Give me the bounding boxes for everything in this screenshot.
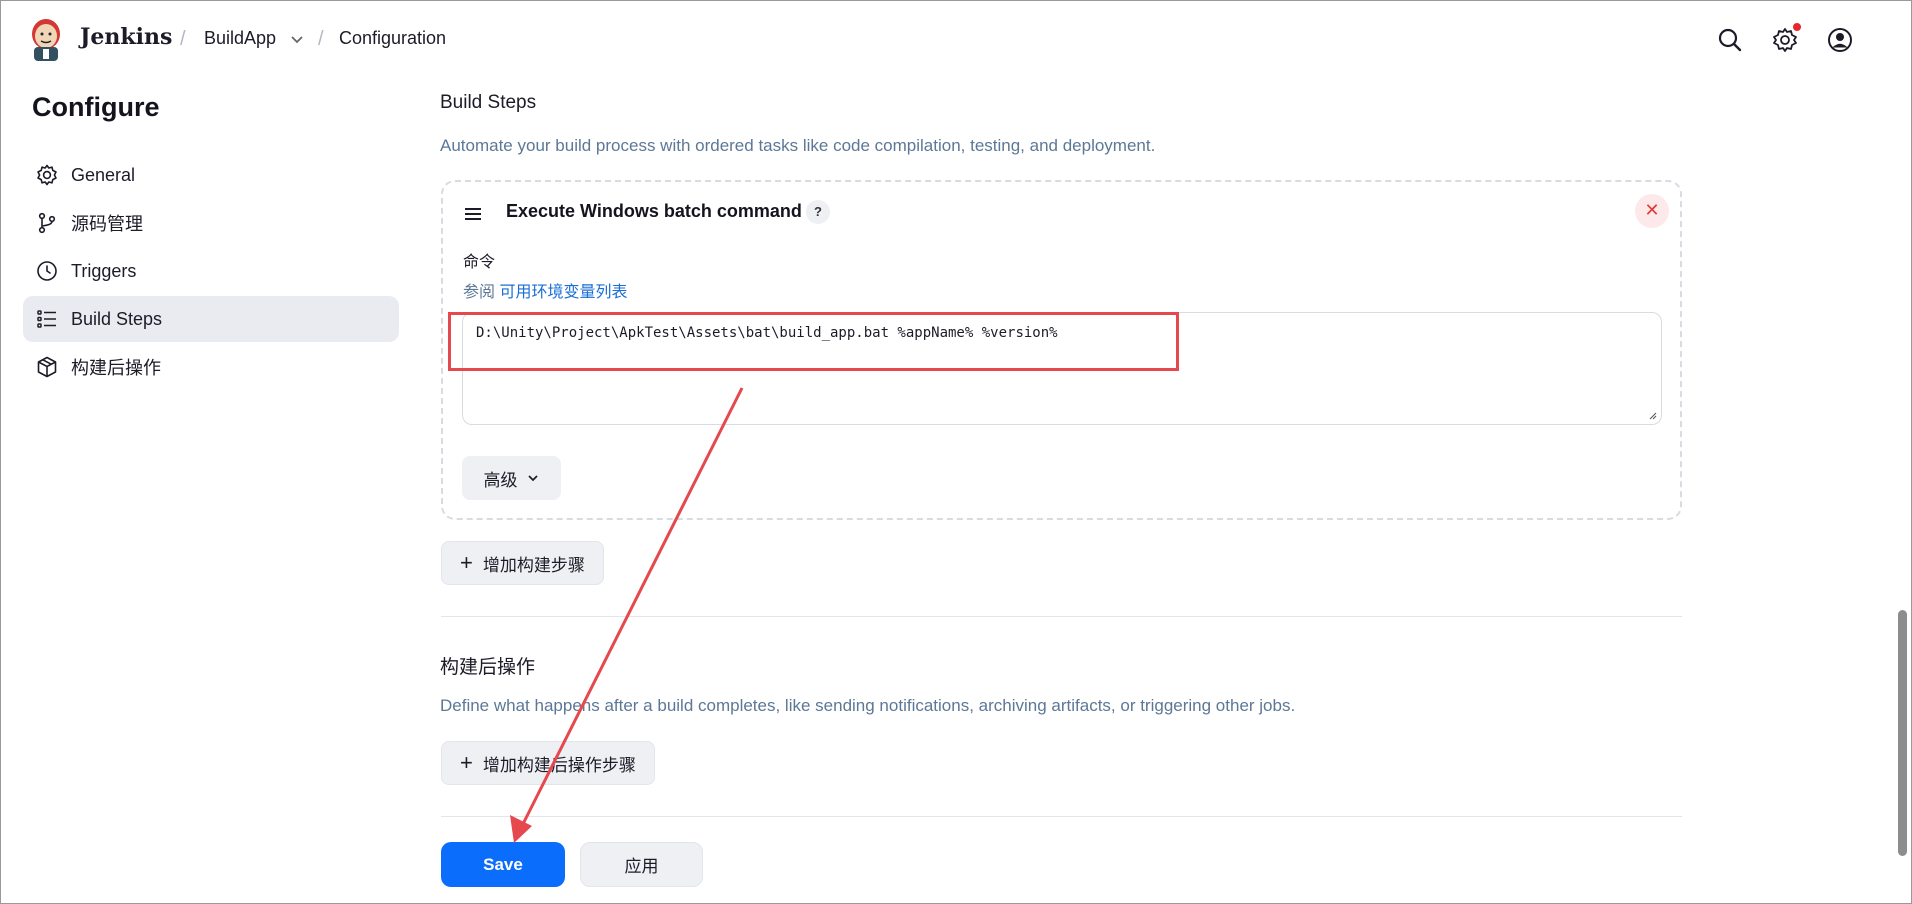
save-button[interactable]: Save <box>441 842 565 887</box>
clock-icon <box>37 261 57 281</box>
sidebar-item-label: Build Steps <box>71 308 163 329</box>
plus-icon: + <box>460 750 473 775</box>
advanced-label: 高级 <box>483 470 518 490</box>
resize-handle-icon[interactable] <box>1648 411 1657 420</box>
sidebar-item-scm[interactable]: 源码管理 <box>23 200 399 246</box>
sidebar-item-label: 构建后操作 <box>71 358 161 378</box>
search-icon[interactable] <box>1716 26 1744 54</box>
chevron-down-icon[interactable] <box>288 31 306 49</box>
drag-handle-icon[interactable] <box>463 204 483 224</box>
build-steps-description: Automate your build process with ordered… <box>440 136 1156 155</box>
advanced-button[interactable]: 高级 <box>462 456 561 500</box>
add-build-step-label: 增加构建步骤 <box>482 555 585 575</box>
build-step-title: Execute Windows batch command <box>506 201 802 221</box>
git-branch-icon <box>38 212 56 234</box>
sidebar-title: Configure <box>32 92 160 122</box>
add-post-build-step-label: 增加构建后操作步骤 <box>482 755 636 775</box>
breadcrumb-configuration[interactable]: Configuration <box>339 28 446 49</box>
sidebar-item-triggers[interactable]: Triggers <box>23 248 399 294</box>
sidebar-item-build-steps[interactable]: Build Steps <box>23 296 399 342</box>
env-hint: 参阅 可用环境变量列表 <box>463 278 627 302</box>
annotation-highlight-box <box>448 312 1179 371</box>
brand-name[interactable]: Jenkins <box>80 24 172 50</box>
sidebar-item-general[interactable]: General <box>23 152 399 198</box>
apply-button[interactable]: 应用 <box>580 842 703 887</box>
env-variables-link[interactable]: 可用环境变量列表 <box>499 284 627 301</box>
post-build-title: 构建后操作 <box>440 657 536 678</box>
plus-icon: + <box>460 550 473 575</box>
package-icon <box>37 356 57 378</box>
chevron-down-icon <box>527 475 538 482</box>
close-icon[interactable]: ✕ <box>1635 194 1669 228</box>
sidebar-item-label: General <box>71 164 136 185</box>
build-steps-title: Build Steps <box>440 92 537 113</box>
breadcrumb-buildapp[interactable]: BuildApp <box>204 28 276 49</box>
sidebar-item-label: 源码管理 <box>71 214 143 234</box>
breadcrumb-separator: / <box>318 28 324 50</box>
env-hint-prefix: 参阅 <box>463 284 496 301</box>
sidebar-item-label: Triggers <box>71 260 137 281</box>
sidebar-item-post-build[interactable]: 构建后操作 <box>23 344 399 390</box>
notification-dot <box>1793 23 1801 31</box>
help-icon[interactable]: ? <box>806 200 830 224</box>
add-build-step-button[interactable]: + 增加构建步骤 <box>441 541 604 585</box>
top-header: Jenkins / BuildApp / Configuration <box>0 0 1912 80</box>
add-post-build-step-button[interactable]: + 增加构建后操作步骤 <box>441 741 655 785</box>
command-label: 命令 <box>463 254 496 271</box>
jenkins-logo-icon[interactable] <box>28 16 64 62</box>
post-build-description: Define what happens after a build comple… <box>440 696 1296 715</box>
scrollbar-thumb[interactable] <box>1898 610 1907 856</box>
gear-icon <box>37 164 57 186</box>
list-icon <box>37 310 56 328</box>
section-divider <box>441 816 1682 817</box>
breadcrumb-separator: / <box>180 28 186 50</box>
user-icon[interactable] <box>1826 26 1854 54</box>
section-divider <box>441 616 1682 617</box>
